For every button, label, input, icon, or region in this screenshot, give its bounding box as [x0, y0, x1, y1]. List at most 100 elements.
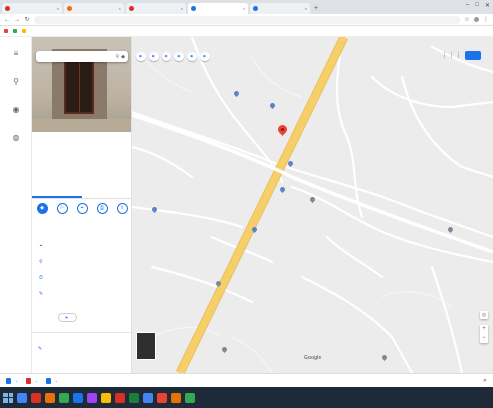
taskbar-app-icon[interactable] — [129, 392, 139, 403]
tab-favicon-icon — [67, 6, 72, 11]
star-icon[interactable]: ☆ — [464, 16, 470, 23]
bookmark-icon — [22, 29, 26, 33]
google-logo: Google — [304, 355, 322, 361]
menu-icon: ≡ — [13, 49, 19, 58]
back-icon[interactable]: ← — [4, 17, 10, 23]
browser-tab[interactable]: × — [64, 3, 124, 14]
browser-tab[interactable]: × — [126, 3, 186, 14]
download-item[interactable]: ⌄ — [6, 377, 18, 384]
add-label-button[interactable]: ⚑ — [58, 313, 78, 322]
chip-icon: ◉ — [202, 54, 206, 58]
label-icon: ⚑ — [65, 315, 69, 320]
reload-icon[interactable]: ↻ — [24, 16, 30, 23]
rail-item[interactable]: ◉ — [6, 105, 26, 115]
plus-code-icon: ⚲ — [39, 259, 43, 265]
close-downloads-icon[interactable]: ✕ — [483, 378, 487, 384]
category-chip[interactable]: ◉ — [148, 52, 159, 61]
taskbar-app-icon[interactable] — [185, 392, 195, 403]
file-icon — [6, 377, 11, 384]
chip-icon: ◉ — [139, 54, 142, 58]
taskbar-app-icon[interactable] — [101, 392, 111, 403]
recents-icon: ◉ — [12, 105, 20, 114]
action-button[interactable]: ⎙ — [94, 203, 110, 215]
close-tab-icon[interactable]: × — [119, 6, 121, 11]
taskbar-app-icon[interactable] — [31, 392, 41, 403]
info-row[interactable]: ⌖ — [38, 243, 130, 249]
taskbar-app-icon[interactable] — [73, 392, 83, 403]
minimize-button[interactable]: – — [466, 2, 469, 9]
action-button[interactable]: ⌖ — [74, 203, 90, 215]
chevron-down-icon[interactable]: ⌄ — [15, 379, 18, 383]
taskbar-app-icon[interactable] — [59, 392, 69, 403]
browser-tab[interactable]: × — [250, 3, 310, 14]
browser-tab[interactable]: × — [188, 3, 248, 14]
rail-item[interactable]: ⚲ — [6, 77, 26, 87]
action-button[interactable]: ◆ — [34, 203, 50, 215]
taskbar-app-icon[interactable] — [157, 392, 167, 403]
taskbar-app-icon[interactable] — [143, 392, 153, 403]
start-button[interactable] — [3, 392, 13, 403]
browser-tab[interactable]: × — [2, 3, 62, 14]
zoom-in-button[interactable]: + — [480, 325, 488, 334]
category-chip[interactable]: ◉ — [199, 52, 210, 61]
category-chip[interactable]: ◉ — [161, 52, 172, 61]
chevron-down-icon[interactable]: ⌄ — [55, 379, 58, 383]
category-chip[interactable]: ◉ — [136, 52, 146, 61]
chevron-down-icon[interactable]: ⌄ — [35, 379, 38, 383]
category-chip[interactable]: ◉ — [174, 52, 185, 61]
close-tab-icon[interactable]: × — [243, 6, 245, 11]
download-item[interactable]: ⌄ — [25, 377, 38, 384]
place-panel: ⚲ ◆ ◆ ⚐ ⌖ ⎙ ⇪ ⌖ ⚲ ⏱ ✎ ⚑ ✎ — [32, 37, 132, 373]
taskbar-app-icon[interactable] — [17, 392, 27, 403]
new-tab-button[interactable]: + — [312, 4, 320, 14]
taskbar-app-icon[interactable] — [115, 392, 125, 403]
street-view-thumbnail[interactable] — [136, 332, 156, 360]
apps-grid-icon[interactable]: ⋮⋮⋮ — [441, 51, 462, 60]
tab-overview[interactable] — [32, 187, 82, 198]
zoom-out-button[interactable]: − — [480, 334, 488, 343]
map-roads — [132, 37, 493, 373]
sign-in-button[interactable] — [465, 51, 481, 60]
info-row[interactable]: ⏱ — [38, 275, 130, 281]
bookmark-item[interactable] — [13, 29, 18, 33]
search-icon[interactable]: ⚲ — [115, 54, 119, 60]
bookmark-item[interactable] — [4, 29, 9, 33]
chip-icon: ◉ — [164, 54, 168, 58]
tab-favicon-icon — [253, 6, 258, 11]
info-row[interactable]: ⚲ — [38, 259, 130, 265]
edit-icon: ✎ — [38, 291, 44, 297]
rail-item[interactable]: ≡ — [6, 49, 26, 59]
close-window-button[interactable]: ✕ — [485, 2, 490, 9]
bookmark-icon — [4, 29, 8, 33]
close-tab-icon[interactable]: × — [57, 6, 59, 11]
taskbar-app-icon[interactable] — [45, 392, 55, 403]
menu-icon[interactable]: ⋮ — [483, 16, 489, 23]
taskbar-app-icon[interactable] — [87, 392, 97, 403]
action-button[interactable]: ⇪ — [114, 203, 130, 215]
extension-icon[interactable] — [474, 17, 479, 22]
forward-icon[interactable]: → — [14, 17, 20, 23]
action-button[interactable]: ⚐ — [54, 203, 70, 215]
rail-item[interactable]: ◍ — [6, 133, 26, 143]
download-item[interactable]: ⌄ — [45, 377, 58, 384]
file-icon — [45, 377, 51, 384]
taskbar-app-icon[interactable] — [171, 392, 181, 403]
my-location-button[interactable]: ◎ — [480, 311, 488, 319]
map-canvas[interactable]: ◉ ◉ ◉ ◉ ◉ ◉ ⋮⋮⋮ ◎ + − Google — [132, 37, 493, 373]
tab-favicon-icon — [129, 6, 134, 11]
close-tab-icon[interactable]: × — [305, 6, 307, 11]
category-chip[interactable]: ◉ — [187, 52, 197, 61]
info-row[interactable]: ✎ — [38, 291, 130, 297]
search-box[interactable]: ⚲ ◆ — [36, 51, 128, 62]
place-photo[interactable]: ⚲ ◆ — [32, 37, 131, 132]
bookmark-item[interactable] — [22, 29, 27, 33]
maximize-button[interactable]: □ — [475, 2, 479, 9]
file-icon — [25, 377, 31, 384]
tab-reviews[interactable] — [82, 187, 131, 198]
suggest-edit-row[interactable]: ✎ — [38, 346, 126, 352]
url-input[interactable] — [34, 15, 460, 24]
send-to-phone-icon: ⎙ — [96, 203, 108, 214]
close-tab-icon[interactable]: × — [181, 6, 183, 11]
directions-icon[interactable]: ◆ — [121, 54, 125, 60]
maps-rail: ≡ ⚲ ◉ ◍ — [0, 37, 32, 373]
